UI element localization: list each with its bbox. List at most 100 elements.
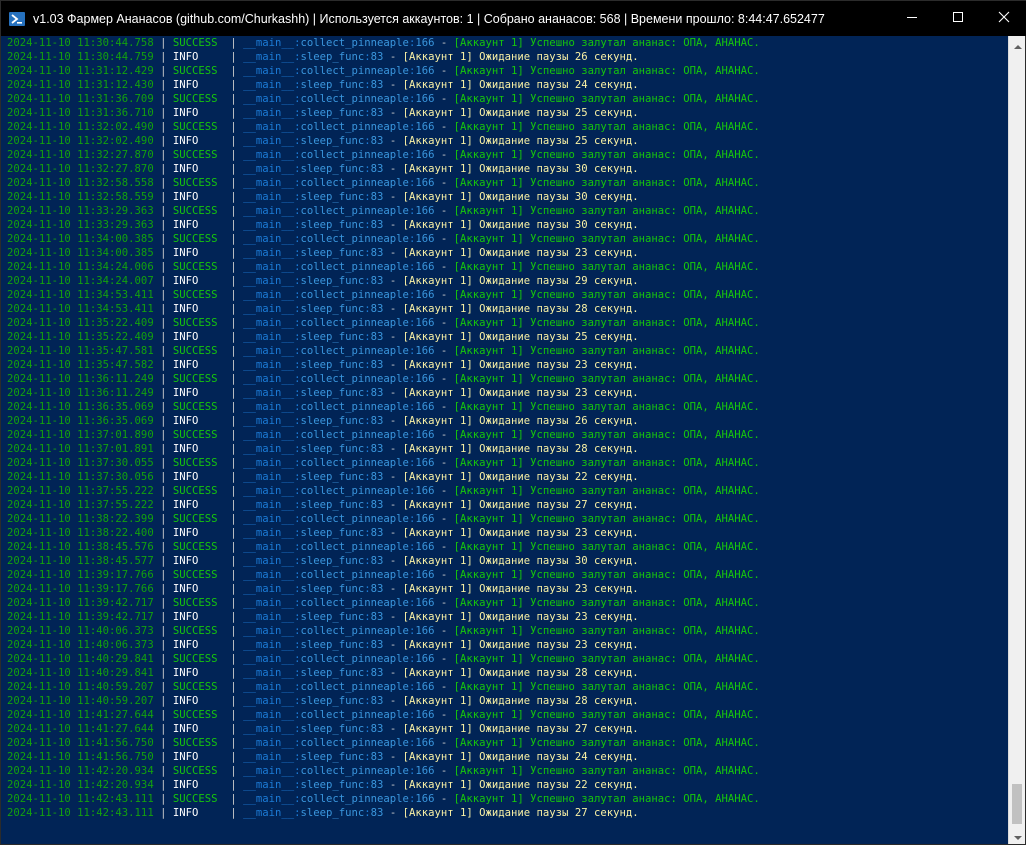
scrollbar-thumb[interactable] <box>1012 784 1022 824</box>
log-separator: | <box>160 793 167 805</box>
log-separator: | <box>230 65 237 77</box>
log-message: [Аккаунт 1] Успешно залутал ананас: ОПА,… <box>453 737 760 749</box>
log-separator: | <box>230 219 237 231</box>
log-module: __main__ <box>243 93 295 105</box>
log-message: [Аккаунт 1] Успешно залутал ананас: ОПА,… <box>453 485 760 497</box>
log-line: 2024-11-10 11:37:01.891 | INFO | __main_… <box>7 442 1009 456</box>
log-timestamp: 2024-11-10 11:40:59.207 <box>7 681 154 693</box>
log-module: __main__ <box>243 793 295 805</box>
log-function: sleep_func <box>300 247 365 259</box>
log-separator: | <box>160 51 167 63</box>
log-message: [Аккаунт 1] Ожидание паузы 28 секунд. <box>402 695 639 707</box>
maximize-button[interactable] <box>935 1 981 36</box>
log-timestamp: 2024-11-10 11:37:55.222 <box>7 485 154 497</box>
log-separator: | <box>230 737 237 749</box>
log-message: [Аккаунт 1] Успешно залутал ананас: ОПА,… <box>453 121 760 133</box>
log-module: __main__ <box>243 275 295 287</box>
log-message: [Аккаунт 1] Успешно залутал ананас: ОПА,… <box>453 65 760 77</box>
log-timestamp: 2024-11-10 11:39:17.766 <box>7 569 154 581</box>
log-separator: | <box>230 429 237 441</box>
log-line-number: 166 <box>415 373 435 385</box>
log-line: 2024-11-10 11:32:58.559 | INFO | __main_… <box>7 190 1009 204</box>
log-function: sleep_func <box>300 499 365 511</box>
log-level: INFO <box>172 779 224 791</box>
log-timestamp: 2024-11-10 11:33:29.363 <box>7 205 154 217</box>
log-line-number: 166 <box>415 37 435 49</box>
log-timestamp: 2024-11-10 11:42:43.111 <box>7 793 154 805</box>
log-level: INFO <box>172 611 224 623</box>
log-separator: | <box>160 177 167 189</box>
log-dash: - <box>440 513 448 525</box>
log-level: SUCCESS <box>172 737 224 749</box>
scroll-up-button[interactable] <box>1009 36 1026 53</box>
log-message: [Аккаунт 1] Ожидание паузы 28 секунд. <box>402 443 639 455</box>
log-separator: | <box>230 555 237 567</box>
log-function: sleep_func <box>300 107 365 119</box>
log-line-number: 166 <box>415 121 435 133</box>
log-function: collect_pinneaple <box>300 457 409 469</box>
log-message: [Аккаунт 1] Ожидание паузы 23 секунд. <box>402 639 639 651</box>
log-line-number: 83 <box>370 331 384 343</box>
log-function: sleep_func <box>300 303 365 315</box>
log-module: __main__ <box>243 79 295 91</box>
log-function: collect_pinneaple <box>300 177 409 189</box>
log-message: [Аккаунт 1] Ожидание паузы 25 секунд. <box>402 331 639 343</box>
log-level: SUCCESS <box>172 373 224 385</box>
log-message: [Аккаунт 1] Успешно залутал ананас: ОПА,… <box>453 681 760 693</box>
log-module: __main__ <box>243 667 295 679</box>
log-line: 2024-11-10 11:38:22.400 | INFO | __main_… <box>7 526 1009 540</box>
log-timestamp: 2024-11-10 11:42:20.934 <box>7 765 154 777</box>
log-separator: | <box>160 121 167 133</box>
log-message: [Аккаунт 1] Ожидание паузы 28 секунд. <box>402 667 639 679</box>
console-output[interactable]: 2024-11-10 11:30:44.758 | SUCCESS | __ma… <box>1 36 1009 844</box>
log-separator: | <box>230 625 237 637</box>
log-timestamp: 2024-11-10 11:31:36.709 <box>7 93 154 105</box>
log-line-number: 166 <box>415 233 435 245</box>
log-module: __main__ <box>243 653 295 665</box>
log-line-number: 83 <box>370 667 384 679</box>
log-level: SUCCESS <box>172 429 224 441</box>
log-dash: - <box>389 611 397 623</box>
log-line: 2024-11-10 11:34:00.385 | INFO | __main_… <box>7 246 1009 260</box>
log-message: [Аккаунт 1] Ожидание паузы 27 секунд. <box>402 807 639 819</box>
close-button[interactable] <box>981 1 1026 36</box>
scroll-down-button[interactable] <box>1009 827 1026 844</box>
log-line-number: 166 <box>415 289 435 301</box>
log-separator: | <box>160 191 167 203</box>
log-separator: | <box>160 93 167 105</box>
log-module: __main__ <box>243 373 295 385</box>
log-separator: | <box>230 751 237 763</box>
log-message: [Аккаунт 1] Успешно залутал ананас: ОПА,… <box>453 373 760 385</box>
log-dash: - <box>440 373 448 385</box>
log-line: 2024-11-10 11:32:27.870 | SUCCESS | __ma… <box>7 148 1009 162</box>
log-message: [Аккаунт 1] Ожидание паузы 28 секунд. <box>402 303 639 315</box>
title-bar[interactable]: v1.03 Фармер Ананасов (github.com/Churka… <box>1 1 1026 36</box>
log-dash: - <box>389 275 397 287</box>
log-function: collect_pinneaple <box>300 261 409 273</box>
log-module: __main__ <box>243 401 295 413</box>
log-level: SUCCESS <box>172 289 224 301</box>
log-level: SUCCESS <box>172 541 224 553</box>
log-function: collect_pinneaple <box>300 149 409 161</box>
log-message: [Аккаунт 1] Успешно залутал ананас: ОПА,… <box>453 289 760 301</box>
log-separator: | <box>230 79 237 91</box>
log-separator: | <box>230 457 237 469</box>
log-separator: | <box>230 485 237 497</box>
log-line-number: 83 <box>370 191 384 203</box>
log-function: collect_pinneaple <box>300 681 409 693</box>
log-line: 2024-11-10 11:42:43.111 | INFO | __main_… <box>7 806 1009 820</box>
log-module: __main__ <box>243 555 295 567</box>
log-line-number: 83 <box>370 163 384 175</box>
log-line-number: 166 <box>415 569 435 581</box>
log-level: SUCCESS <box>172 177 224 189</box>
minimize-button[interactable] <box>889 1 935 36</box>
log-timestamp: 2024-11-10 11:39:42.717 <box>7 597 154 609</box>
log-module: __main__ <box>243 723 295 735</box>
vertical-scrollbar[interactable] <box>1008 36 1025 844</box>
log-function: collect_pinneaple <box>300 765 409 777</box>
log-module: __main__ <box>243 541 295 553</box>
log-line-number: 83 <box>370 275 384 287</box>
log-line-number: 166 <box>415 205 435 217</box>
log-line-number: 83 <box>370 639 384 651</box>
log-line: 2024-11-10 11:40:06.373 | SUCCESS | __ma… <box>7 624 1009 638</box>
